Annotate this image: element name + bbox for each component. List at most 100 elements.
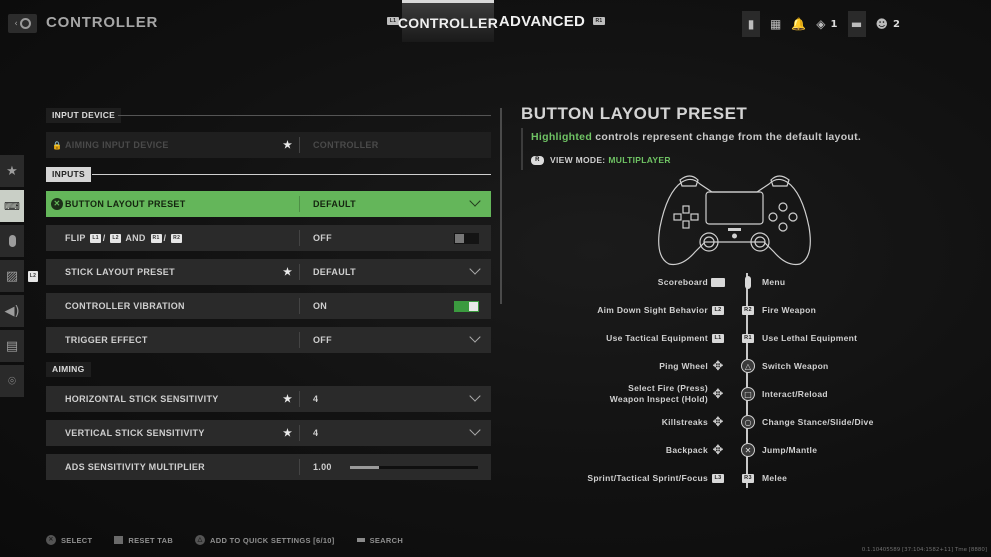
star-icon[interactable]: ★ (283, 394, 292, 405)
separator (299, 425, 300, 441)
dpad-right (690, 213, 699, 221)
eye-icon (19, 18, 31, 29)
mapping-right-glyph-icon: □ (740, 387, 756, 401)
row-ads-sensitivity-multiplier[interactable]: ADS SENSITIVITY MULTIPLIER 1.00 (46, 454, 491, 480)
side-nav-graphics[interactable]: ▨ (0, 260, 24, 292)
page-title: CONTROLLER (46, 14, 159, 31)
footer-label: SEARCH (369, 535, 404, 545)
mouse-icon (8, 235, 16, 247)
row-trigger-effect[interactable]: TRIGGER EFFECT OFF (46, 327, 491, 353)
separator (299, 264, 300, 280)
panel-scrollbar[interactable] (500, 108, 502, 304)
row-value: OFF (313, 335, 332, 345)
chevron-down-icon[interactable] (469, 263, 481, 275)
dpad-left (673, 213, 682, 221)
dpad-down (682, 220, 690, 229)
row-button-layout-preset[interactable]: ✕ BUTTON LAYOUT PRESET DEFAULT (46, 191, 491, 217)
star-icon: ★ (283, 139, 293, 151)
row-label: CONTROLLER VIBRATION (65, 301, 185, 311)
back-button[interactable]: ‹ (8, 14, 37, 33)
footer-select[interactable]: ✕ SELECT (46, 535, 92, 545)
mapping-right-glyph-icon (740, 275, 756, 289)
row-label: FLIP L1/ L2 AND R1/ R2 (65, 232, 184, 244)
row-horizontal-stick-sensitivity[interactable]: HORIZONTAL STICK SENSITIVITY ★ 4 (46, 386, 491, 412)
star-icon[interactable]: ★ (283, 428, 292, 439)
section-input-device: INPUT DEVICE (46, 108, 122, 123)
slash-text: / (163, 232, 167, 243)
mapping-left-label: Scoreboard (657, 277, 708, 287)
row-flip-triggers[interactable]: FLIP L1/ L2 AND R1/ R2 OFF (46, 225, 491, 251)
player-card-icon[interactable]: ▬ (847, 11, 866, 37)
row-vertical-stick-sensitivity[interactable]: VERTICAL STICK SENSITIVITY ★ 4 (46, 420, 491, 446)
detail-description: Highlighted controls represent change fr… (531, 131, 861, 143)
mapping-right-glyph-icon: R3 (742, 473, 754, 483)
chevron-down-icon[interactable] (469, 195, 481, 207)
separator (299, 332, 300, 348)
r-button-icon: R (531, 155, 544, 165)
side-nav-network[interactable]: ⌾ (0, 365, 24, 397)
tab-advanced[interactable]: ADVANCED (499, 0, 585, 42)
chevron-down-icon[interactable] (469, 331, 481, 343)
party-count: 2 (893, 18, 900, 30)
interface-icon: ▤ (5, 338, 19, 354)
bell-icon[interactable]: 🔔 (791, 17, 806, 31)
side-nav-favorites[interactable]: ★ (0, 155, 24, 187)
graphics-icon: ▨ (5, 268, 19, 284)
row-label: HORIZONTAL STICK SENSITIVITY (65, 394, 219, 404)
mapping-right-label: Melee (762, 473, 788, 483)
side-nav-audio[interactable]: ◀) (0, 295, 24, 327)
row-value: CONTROLLER (313, 140, 379, 150)
row-value: DEFAULT (313, 199, 356, 209)
row-value: OFF (313, 233, 332, 243)
r1-button-icon: R1 (150, 234, 162, 244)
party[interactable]: ☻ 2 (876, 17, 900, 31)
separator (299, 459, 300, 475)
mapping-right-label: Interact/Reload (762, 389, 828, 399)
mapping-left-glyph-icon (710, 275, 726, 289)
flip-toggle[interactable] (454, 233, 479, 244)
detail-title: BUTTON LAYOUT PRESET (521, 104, 748, 123)
separator (299, 137, 300, 153)
description-text: controls represent change from the defau… (592, 131, 862, 143)
chevron-down-icon[interactable] (469, 424, 481, 436)
slash-text: / (102, 232, 106, 243)
gamepad-icon: ⌨ (4, 199, 20, 213)
ads-slider[interactable] (350, 466, 478, 469)
row-controller-vibration[interactable]: CONTROLLER VIBRATION ON (46, 293, 491, 319)
controller-battery-icon[interactable]: ▮ (742, 11, 760, 37)
row-value: 1.00 (313, 462, 332, 472)
mapping-left-glyph-icon: ✥ (712, 358, 724, 374)
row-label: AIMING INPUT DEVICE (65, 140, 169, 150)
square-button (768, 212, 778, 222)
tab-next-hint: R1 (593, 17, 605, 25)
side-nav-interface[interactable]: ▤ (0, 330, 24, 362)
rank-emblem[interactable]: ◈ 1 (816, 17, 837, 31)
triangle-button-icon: △ (195, 535, 206, 545)
mapping-right-label: Fire Weapon (762, 305, 817, 315)
row-label: VERTICAL STICK SENSITIVITY (65, 428, 205, 438)
detail-accent-bar (521, 128, 523, 170)
mapping-left-glyph-icon: L1 (712, 333, 724, 343)
view-mode-toggle[interactable]: R VIEW MODE: MULTIPLAYER (531, 155, 671, 165)
vibration-toggle[interactable] (454, 301, 479, 312)
separator (299, 391, 300, 407)
footer-label: RESET TAB (128, 535, 174, 545)
footer-add-quick-settings[interactable]: △ ADD TO QUICK SETTINGS [6/10] (195, 535, 335, 545)
side-nav-mouse[interactable] (0, 225, 24, 257)
section-divider (118, 115, 491, 116)
r2-button-icon: R2 (171, 234, 183, 244)
section-aiming: AIMING (46, 362, 91, 377)
chevron-down-icon[interactable] (469, 390, 481, 402)
tab-controller[interactable]: CONTROLLER (398, 0, 498, 42)
star-icon[interactable]: ★ (283, 267, 292, 278)
footer-reset-tab[interactable]: RESET TAB (114, 535, 173, 545)
side-nav-controller[interactable]: ⌨ (0, 190, 24, 222)
mapping-right-label: Menu (762, 277, 786, 287)
grid-menu-icon[interactable]: ▦ (770, 17, 781, 31)
mapping-left-label: Sprint/Tactical Sprint/Focus (587, 473, 708, 483)
mapping-left-label: Use Tactical Equipment (606, 333, 708, 343)
side-nav-hint: L2 (28, 271, 38, 282)
footer-search[interactable]: SEARCH (356, 535, 404, 545)
row-stick-layout-preset[interactable]: STICK LAYOUT PRESET ★ DEFAULT (46, 259, 491, 285)
triangle-button (778, 202, 788, 212)
